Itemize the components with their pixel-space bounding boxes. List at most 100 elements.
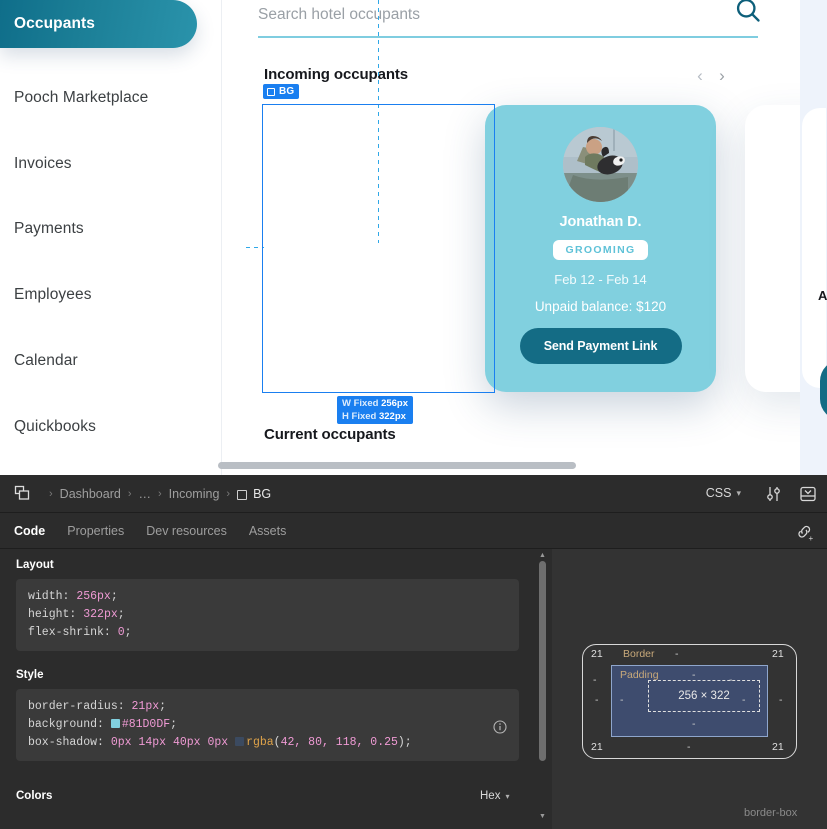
border-top-value: - [675, 648, 679, 660]
color-swatch [110, 719, 120, 728]
unpaid-balance: Unpaid balance: $120 [534, 299, 667, 314]
box-sizing-label: border-box [744, 807, 798, 819]
service-tag-grooming: GROOMING [552, 240, 649, 260]
guide-line-vertical [378, 0, 379, 243]
css-prop-background: background [28, 718, 98, 731]
stay-dates: Feb 12 - Feb 14 [554, 272, 647, 287]
sidebar-item-employees[interactable]: Employees [0, 271, 197, 319]
height-value: 322px [378, 411, 406, 422]
css-prop-flex-shrink: flex-shrink [28, 626, 104, 639]
border-label: Border [623, 648, 655, 660]
breadcrumb-separator: › [127, 487, 132, 500]
width-label: W [342, 398, 351, 409]
code-line-height: height: 322px; [28, 608, 125, 621]
box-model-content-size: 256 × 322 [648, 680, 760, 712]
margin-bottom-value: - [687, 741, 691, 753]
frame-icon [237, 489, 248, 500]
chevron-down-icon: ▾ [736, 487, 741, 498]
layers-icon[interactable] [14, 485, 32, 503]
tab-dev-resources[interactable]: Dev resources [146, 524, 227, 538]
padding-bottom-value: - [692, 718, 696, 730]
export-panel-icon[interactable] [799, 485, 817, 503]
occupant-card-jonathan[interactable]: Jonathan D. GROOMING Feb 12 - Feb 14 Unp… [485, 105, 716, 392]
css-val-width: 256px [76, 590, 111, 603]
color-format-select[interactable]: Hex ▾ [480, 790, 509, 802]
occupant-name: Jonathan D. [559, 214, 642, 230]
margin-bottom-right-value: 21 [772, 741, 784, 753]
margin-left-value: - [595, 694, 599, 706]
sidebar-item-pooch-marketplace[interactable]: Pooch Marketplace [0, 74, 197, 122]
send-payment-link-button[interactable]: Send Payment Link [519, 328, 682, 364]
guide-line-horizontal [246, 247, 264, 248]
breadcrumb: › Dashboard › … › Incoming › BG CSS ▾ [0, 475, 827, 513]
add-link-icon[interactable]: + [795, 522, 815, 542]
breadcrumb-separator: › [158, 487, 162, 500]
box-model-column: 21 21 21 21 Border - - - - Padding - - -… [552, 549, 827, 829]
css-val-height: 322px [83, 608, 118, 621]
css-val-border-radius: 21px [131, 700, 160, 713]
breadcrumb-item-ellipsis[interactable]: … [139, 487, 152, 501]
code-scroll-up-arrow[interactable]: ▲ [539, 552, 546, 560]
code-scrollbar-thumb[interactable] [539, 561, 546, 761]
right-partial-text: A [818, 288, 827, 303]
code-line-background: background: #81D0DF; [28, 718, 178, 731]
inspector-tabs: Code Properties Dev resources Assets + [0, 513, 827, 549]
breadcrumb-item-incoming[interactable]: Incoming [169, 487, 220, 501]
border-left-value: - [593, 674, 597, 686]
frame-icon [267, 87, 275, 96]
section-label-colors: Colors [16, 790, 53, 802]
sidebar-item-quickbooks[interactable]: Quickbooks [0, 403, 197, 451]
box-model-margin: 21 21 21 21 Border - - - - Padding - - -… [582, 644, 797, 759]
css-prop-box-shadow: box-shadow [28, 736, 98, 749]
current-occupants-title: Current occupants [264, 426, 396, 443]
code-scroll-down-arrow[interactable]: ▼ [539, 813, 546, 821]
horizontal-scrollbar-thumb[interactable] [218, 462, 576, 469]
carousel-prev-button[interactable]: ‹ [690, 66, 710, 86]
tab-assets[interactable]: Assets [249, 524, 287, 538]
chevron-down-icon: ▾ [505, 791, 510, 801]
style-code-block[interactable]: border-radius: 21px; background: #81D0DF… [16, 689, 519, 761]
settings-sliders-icon[interactable] [765, 485, 783, 503]
sidebar: Occupants Pooch Marketplace Invoices Pay… [0, 0, 221, 475]
language-select[interactable]: CSS ▾ [706, 486, 741, 500]
breadcrumb-separator: › [49, 487, 53, 500]
color-format-value: Hex [480, 790, 501, 802]
sidebar-item-payments[interactable]: Payments [0, 205, 197, 253]
code-line-box-shadow: box-shadow: 0px 14px 40px 0px rgba(42, 8… [28, 736, 412, 749]
breadcrumb-item-dashboard[interactable]: Dashboard [60, 487, 121, 501]
sidebar-item-label: Payments [14, 220, 84, 237]
layout-code-block[interactable]: width: 256px; height: 322px; flex-shrink… [16, 579, 519, 651]
tab-properties[interactable]: Properties [67, 524, 124, 538]
tab-code[interactable]: Code [14, 524, 45, 538]
inspector-panel: › Dashboard › … › Incoming › BG CSS ▾ Co… [0, 475, 827, 829]
breadcrumb-separator: › [226, 487, 231, 500]
size-badge-height-row: H Fixed 322px [342, 410, 408, 423]
sidebar-item-occupants[interactable]: Occupants [0, 0, 197, 48]
css-val-flex-shrink: 0 [117, 626, 125, 639]
section-label-style: Style [16, 669, 44, 681]
css-prop-width: width [28, 590, 63, 603]
margin-bottom-left-value: 21 [591, 741, 603, 753]
sidebar-item-invoices[interactable]: Invoices [0, 140, 197, 188]
size-badge-width-row: W Fixed 256px [342, 397, 408, 410]
css-prop-border-radius: border-radius [28, 700, 118, 713]
info-icon[interactable] [493, 720, 507, 734]
width-mode: Fixed [353, 398, 379, 409]
sidebar-item-calendar[interactable]: Calendar [0, 337, 197, 385]
margin-right-value: - [779, 694, 783, 706]
box-model-padding: Padding - - - - 256 × 322 [611, 665, 768, 737]
search-icon[interactable] [734, 0, 762, 24]
breadcrumb-item-bg[interactable]: BG [253, 487, 271, 501]
selection-badge-bg[interactable]: BG [263, 84, 300, 99]
width-value: 256px [381, 398, 408, 409]
carousel-next-button[interactable]: › [712, 66, 732, 86]
search-bar [258, 0, 760, 40]
search-input[interactable] [258, 0, 718, 30]
code-line-width: width: 256px; [28, 590, 118, 603]
css-fn-rgba: rgba [246, 736, 274, 749]
search-underline [258, 36, 758, 38]
color-swatch [235, 737, 245, 746]
code-line-flex-shrink: flex-shrink: 0; [28, 626, 132, 639]
margin-top-right-value: 21 [772, 648, 784, 660]
css-val-shadow-offsets: 0px 14px 40px 0px [110, 736, 229, 749]
